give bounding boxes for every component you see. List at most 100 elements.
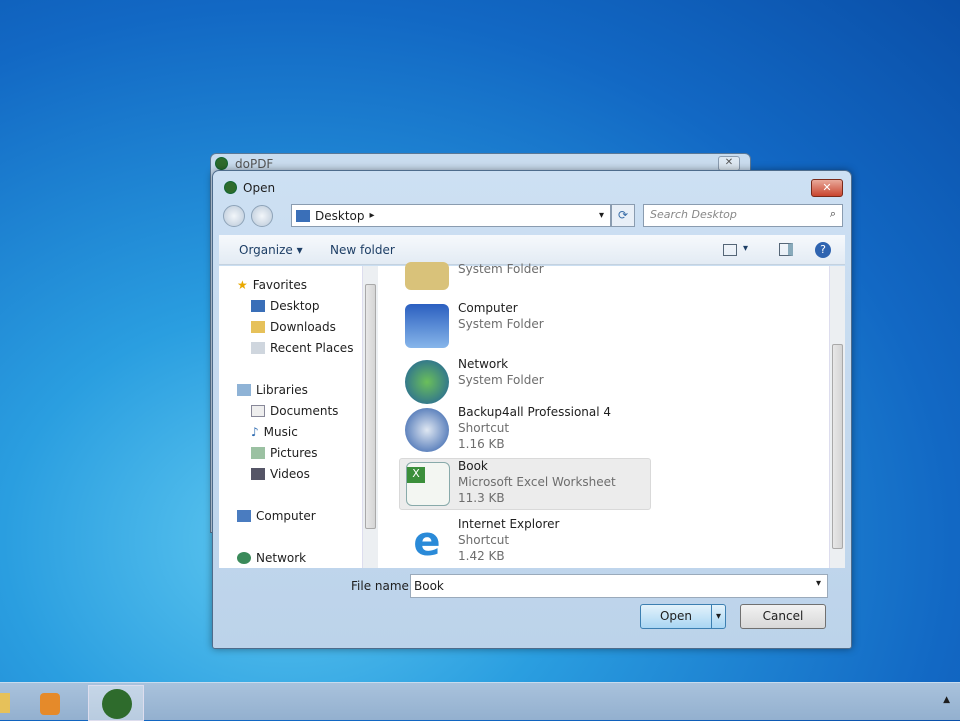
close-button[interactable]: ✕: [811, 179, 843, 197]
nav-downloads[interactable]: Downloads: [251, 320, 336, 334]
folder-icon: [405, 262, 449, 290]
star-icon: ★: [237, 278, 248, 292]
nav-network[interactable]: Network: [237, 551, 306, 565]
media-player-icon: [40, 693, 60, 715]
computer-icon: [405, 304, 449, 348]
file-item[interactable]: System Folder: [401, 254, 651, 306]
explorer-icon: [0, 693, 10, 713]
nav-label: Desktop: [270, 299, 320, 313]
file-type: Shortcut: [458, 421, 510, 435]
file-size: 1.16 KB: [458, 437, 505, 451]
nav-favorites[interactable]: ★ Favorites: [237, 278, 307, 292]
address-dropdown-icon[interactable]: ▾: [599, 210, 604, 221]
network-icon: [405, 360, 449, 404]
nav-label: Favorites: [252, 278, 307, 292]
computer-icon: [237, 510, 251, 522]
open-dropdown-icon[interactable]: ▾: [711, 605, 725, 628]
breadcrumb-arrow-icon[interactable]: ▸: [370, 210, 375, 221]
refresh-button[interactable]: ⟳: [611, 204, 635, 227]
taskbar-explorer[interactable]: [0, 685, 16, 721]
backup4all-icon: [405, 408, 449, 452]
nav-scroll-thumb[interactable]: [365, 284, 376, 529]
open-label: Open: [659, 609, 693, 623]
nav-label: Recent Places: [270, 341, 354, 355]
dopdf-title: doPDF: [235, 157, 274, 171]
file-name: Network: [458, 357, 509, 371]
help-icon[interactable]: ?: [815, 242, 831, 258]
show-hidden-icons-icon[interactable]: ▲: [943, 695, 950, 705]
app-icon: [224, 181, 237, 194]
desktop-icon: [296, 209, 310, 222]
dialog-title: Open: [243, 181, 276, 195]
excel-icon: X: [406, 462, 450, 506]
organize-button[interactable]: Organize ▾: [239, 243, 303, 257]
nav-pictures[interactable]: Pictures: [251, 446, 318, 460]
nav-label: Computer: [256, 509, 316, 523]
file-name: Computer: [458, 301, 518, 315]
videos-icon: [251, 468, 265, 480]
new-folder-button[interactable]: New folder: [330, 243, 395, 257]
address-path[interactable]: Desktop: [315, 209, 365, 223]
nav-music[interactable]: ♪ Music: [251, 425, 298, 439]
dopdf-close-button[interactable]: ✕: [718, 156, 740, 171]
preview-pane-icon[interactable]: [779, 243, 793, 256]
file-item-backup4all[interactable]: Backup4all Professional 4 Shortcut 1.16 KB: [401, 405, 651, 457]
file-scroll-thumb[interactable]: [832, 344, 843, 549]
open-button[interactable]: Open ▾: [640, 604, 726, 629]
libraries-icon: [237, 384, 251, 396]
network-icon: [237, 552, 251, 564]
address-bar[interactable]: Desktop ▸ ▾: [291, 204, 611, 227]
dopdf-icon: [102, 689, 132, 719]
nav-label: Network: [256, 551, 307, 565]
navigation-pane: ★ Favorites Desktop Downloads Recent Plac…: [219, 266, 365, 568]
view-dropdown-icon[interactable]: ▾: [743, 243, 748, 254]
search-input[interactable]: Search Desktop ⌕: [643, 204, 843, 227]
nav-desktop[interactable]: Desktop: [251, 299, 320, 313]
file-type: Microsoft Excel Worksheet: [458, 475, 616, 489]
file-type: Shortcut: [458, 533, 510, 547]
file-name-label: File name:: [351, 579, 413, 593]
file-item-computer[interactable]: Computer System Folder: [401, 301, 651, 353]
internet-explorer-icon: e: [413, 519, 441, 565]
search-icon: ⌕: [829, 207, 836, 220]
nav-libraries[interactable]: Libraries: [237, 383, 308, 397]
cancel-button[interactable]: Cancel: [740, 604, 826, 629]
file-item-network[interactable]: Network System Folder: [401, 357, 651, 409]
file-name: Backup4all Professional 4: [458, 405, 612, 419]
nav-label: Libraries: [256, 383, 308, 397]
nav-label: Videos: [270, 467, 310, 481]
file-size: 11.3 KB: [458, 491, 505, 505]
nav-label: Pictures: [270, 446, 318, 460]
pictures-icon: [251, 447, 265, 459]
desktop-icon: [251, 300, 265, 312]
nav-label: Downloads: [270, 320, 336, 334]
taskbar-dopdf[interactable]: [88, 685, 144, 721]
file-type: System Folder: [458, 317, 544, 331]
downloads-icon: [251, 321, 265, 333]
content-area: ★ Favorites Desktop Downloads Recent Plac…: [219, 262, 845, 569]
taskbar: ▲: [0, 682, 960, 721]
documents-icon: [251, 405, 265, 417]
file-list-scrollbar[interactable]: [829, 266, 845, 568]
file-name: Internet Explorer: [458, 517, 560, 531]
file-type: System Folder: [458, 262, 544, 276]
taskbar-media-player[interactable]: [24, 685, 80, 721]
dopdf-icon: [215, 157, 228, 170]
nav-scrollbar[interactable]: [362, 266, 378, 568]
nav-videos[interactable]: Videos: [251, 467, 310, 481]
search-placeholder: Search Desktop: [650, 208, 737, 221]
file-name-input[interactable]: Book ▾: [410, 574, 828, 598]
nav-recent-places[interactable]: Recent Places: [251, 341, 353, 355]
nav-computer[interactable]: Computer: [237, 509, 316, 523]
music-icon: ♪: [251, 425, 259, 439]
file-name-dropdown-icon[interactable]: ▾: [816, 578, 821, 589]
file-item-book[interactable]: X Book Microsoft Excel Worksheet 11.3 KB: [399, 458, 651, 510]
file-item-internet-explorer[interactable]: e Internet Explorer Shortcut 1.42 KB: [401, 517, 651, 569]
file-name-value: Book: [414, 579, 444, 593]
nav-documents[interactable]: Documents: [251, 404, 338, 418]
back-button[interactable]: [223, 205, 245, 227]
file-name: Book: [458, 459, 488, 473]
view-options-icon[interactable]: [723, 244, 737, 256]
recent-places-icon: [251, 342, 265, 354]
forward-button[interactable]: [251, 205, 273, 227]
